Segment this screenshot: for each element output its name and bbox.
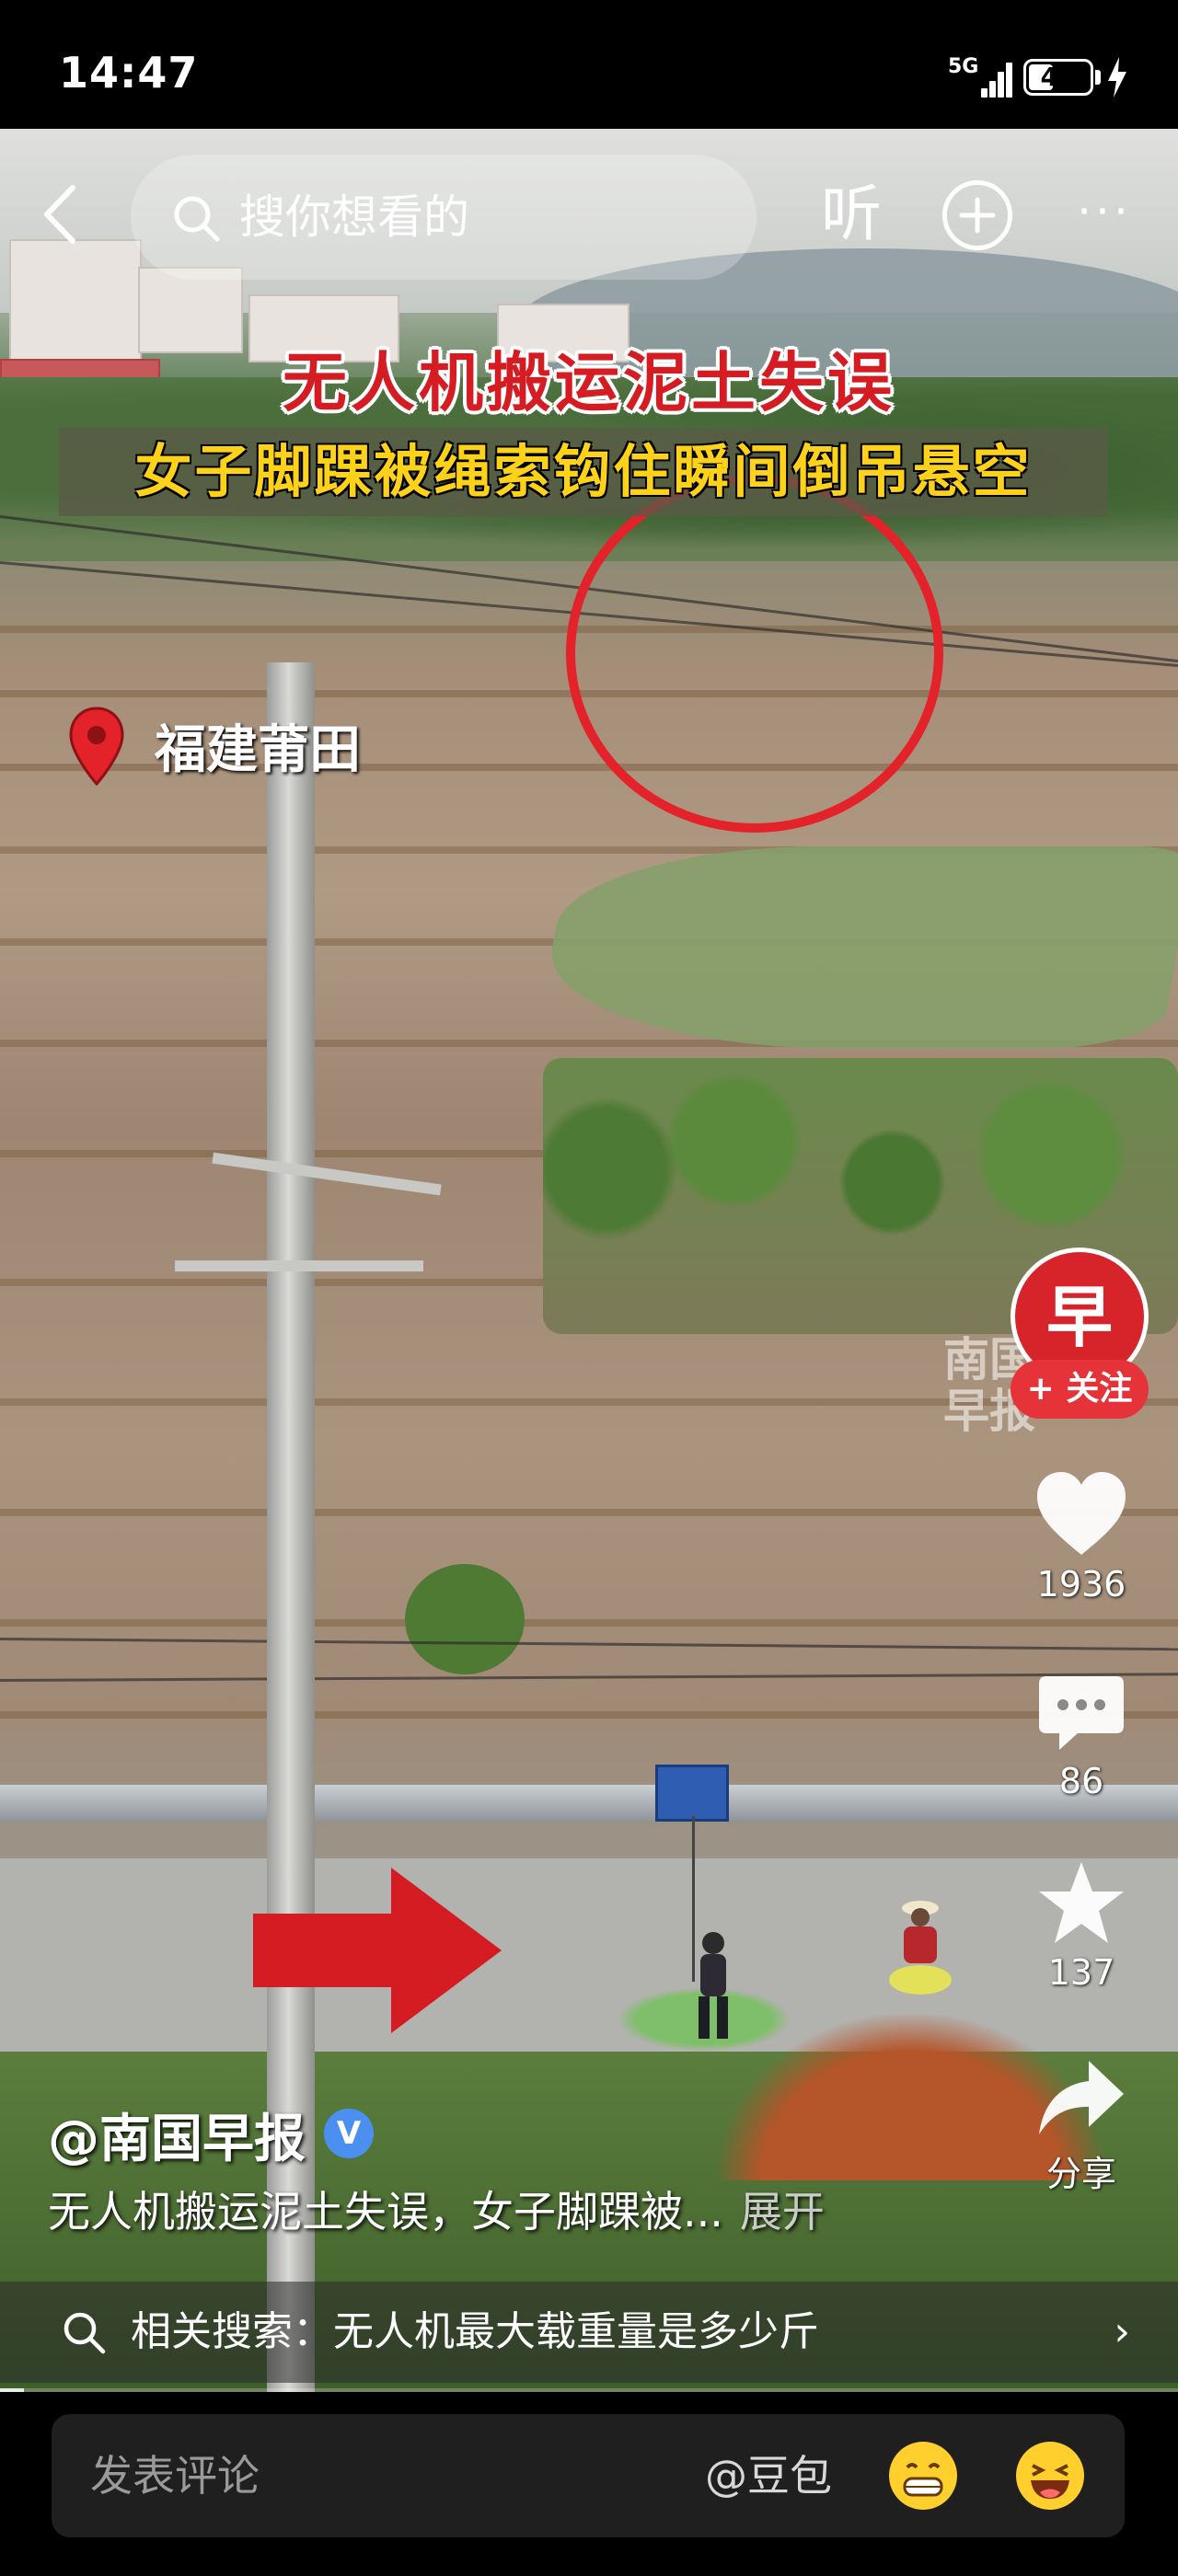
comment-button[interactable]: 86 — [1012, 1673, 1150, 1801]
laugh-emoji-icon[interactable] — [1016, 2442, 1084, 2510]
scene-bush — [405, 1564, 525, 1674]
favorite-count: 137 — [1047, 1952, 1115, 1993]
listen-button[interactable]: 听 — [810, 173, 893, 256]
verified-badge-icon: V — [324, 2109, 374, 2158]
scene-red-arrow-icon — [253, 1868, 502, 2033]
mention-doubao-button[interactable]: @豆包 — [705, 2414, 832, 2537]
search-icon — [174, 196, 220, 242]
follow-button[interactable]: + 关注 — [1011, 1360, 1149, 1419]
video-headline-2: 女子脚踝被绳索钩住瞬间倒吊悬空 — [59, 428, 1108, 516]
author-handle[interactable]: @南国早报 — [48, 2098, 306, 2172]
search-placeholder: 搜你想看的 — [239, 190, 469, 244]
chevron-right-icon: › — [1114, 2308, 1130, 2355]
scene-crossarm — [175, 1260, 423, 1271]
scene-guardrail — [0, 1785, 1178, 1822]
share-button[interactable]: 分享 — [1012, 2057, 1150, 2196]
search-icon — [64, 2312, 106, 2354]
status-time: 14:47 — [59, 48, 199, 98]
battery-cap — [1095, 70, 1101, 85]
signal-icon: 5G — [948, 55, 1012, 98]
favorite-button[interactable]: 137 — [1012, 1858, 1150, 1993]
video-location: 福建莆田 — [155, 720, 361, 780]
back-arrow-icon — [44, 185, 75, 244]
more-button[interactable]: ··· — [1068, 184, 1141, 248]
comment-input[interactable]: 发表评论 @豆包 — [52, 2414, 1125, 2537]
related-search-bar[interactable]: 相关搜索：无人机最大载重量是多少斤 › — [0, 2282, 1178, 2383]
share-label: 分享 — [1045, 2154, 1116, 2194]
like-button[interactable]: 1936 — [1012, 1470, 1150, 1604]
add-button[interactable] — [942, 180, 1012, 250]
search-input[interactable]: 搜你想看的 — [131, 155, 756, 280]
charging-bolt-icon — [1108, 57, 1126, 98]
comment-icon — [1039, 1676, 1124, 1750]
plus-circle-icon — [959, 197, 996, 234]
battery-icon: 41 — [1023, 59, 1093, 96]
network-type-label: 5G — [948, 55, 979, 78]
comment-placeholder: 发表评论 — [90, 2451, 260, 2501]
expand-description-link[interactable]: 展开 — [740, 2187, 825, 2237]
like-count: 1936 — [1036, 1564, 1126, 1604]
battery-percent: 41 — [1040, 62, 1077, 92]
scene-person-standing — [889, 1901, 952, 1995]
location-pin-icon — [69, 707, 124, 786]
share-icon — [1039, 2061, 1124, 2134]
video-player[interactable]: 无人机搬运泥土失误 女子脚踝被绳索钩住瞬间倒吊悬空 福建莆田 南国 早报 — [0, 129, 1178, 2392]
description-text: 无人机搬运泥土失误，女子脚踝被... — [48, 2187, 723, 2237]
scene-green-field — [534, 846, 1178, 1049]
highlight-circle — [566, 474, 943, 833]
grin-emoji-icon[interactable] — [889, 2442, 957, 2510]
scene-crossarm — [212, 1152, 442, 1196]
scene-person-hanging — [699, 1932, 728, 2039]
heart-icon — [1037, 1472, 1126, 1555]
scene-drone-bucket — [655, 1765, 729, 1822]
star-icon — [1039, 1862, 1124, 1943]
related-search-text: 相关搜索：无人机最大载重量是多少斤 — [131, 2308, 819, 2355]
video-headline-1: 无人机搬运泥土失误 — [283, 345, 895, 420]
comment-count: 86 — [1058, 1761, 1104, 1801]
video-description[interactable]: 无人机搬运泥土失误，女子脚踝被... 展开 — [48, 2179, 825, 2239]
back-button[interactable] — [28, 173, 92, 256]
svg-text:早: 早 — [1046, 1279, 1113, 1356]
